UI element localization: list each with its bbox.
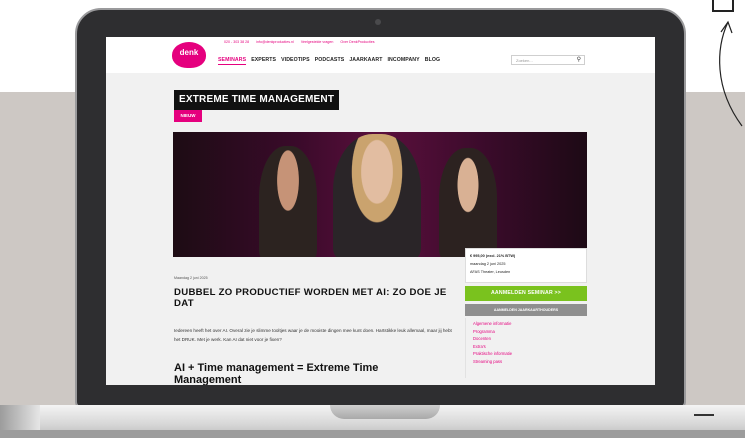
site-logo[interactable]: denk [172,42,206,68]
contact-links: 020 - 303 38 28 info@denkproducties.nl V… [224,40,381,44]
link-general-info[interactable]: Algemene informatie [473,320,512,328]
info-links: Algemene informatie Programma Docenten E… [473,320,512,365]
curved-arrow-icon [719,20,743,127]
nav-podcasts[interactable]: PODCASTS [315,57,345,65]
main-nav: SEMINARS EXPERTS VIDEOTIPS PODCASTS JAAR… [218,57,440,65]
new-badge: NIEUW [174,110,202,122]
laptop-indicator [694,414,714,416]
webcam [375,19,381,25]
link-practical-info[interactable]: Praktische informatie [473,350,512,358]
event-date: Maandag 2 juni 2025 [174,276,208,280]
event-headline: DUBBEL ZO PRODUCTIEF WORDEN MET AI: ZO D… [174,287,447,309]
link-program[interactable]: Programma [473,328,512,336]
site-header: denk 020 - 303 38 28 info@denkproducties… [106,37,655,73]
search-placeholder: Zoeken... [516,57,533,63]
laptop-screen: denk 020 - 303 38 28 info@denkproducties… [106,37,655,385]
booking-date: maandag 2 juni 2025 [470,262,506,266]
contact-faq[interactable]: Veelgestelde vragen [301,40,334,44]
laptop-notch [330,405,440,419]
link-streaming-pass[interactable]: Streaming pass [473,358,512,366]
decorative-square [712,0,734,12]
nav-jaarkaart[interactable]: JAARKAART [349,57,382,65]
page-title: EXTREME TIME MANAGEMENT [174,90,340,110]
laptop-base-shadow [0,430,745,438]
sidebar-divider [465,318,466,378]
register-seminar-button[interactable]: AANMELDEN SEMINAR >> [465,286,587,301]
contact-about[interactable]: Over DenkProducties [340,40,374,44]
nav-seminars[interactable]: SEMINARS [218,57,247,65]
register-cardholders-button[interactable]: AANMELDEN JAARKAARTHOUDERS [465,304,587,316]
price: € 995,00 (excl. 21% BTW) [470,254,516,258]
link-extras[interactable]: Extra's [473,343,512,351]
nav-blog[interactable]: BLOG [425,57,440,65]
speaker-photo-left [259,146,317,257]
contact-email[interactable]: info@denkproducties.nl [256,40,294,44]
nav-videotips[interactable]: VIDEOTIPS [281,57,310,65]
nav-experts[interactable]: EXPERTS [251,57,276,65]
contact-phone[interactable]: 020 - 303 38 28 [224,40,249,44]
speaker-photo-right [439,148,497,257]
nav-incompany[interactable]: INCOMPANY [388,57,420,65]
booking-info-card: € 995,00 (excl. 21% BTW) maandag 2 juni … [465,248,587,283]
booking-location: AFAS Theater, Leusden [470,270,511,274]
hero-image [173,132,587,257]
search-input[interactable]: Zoeken... ⚲ [511,55,585,65]
search-icon[interactable]: ⚲ [577,56,581,64]
logo-text: denk [179,48,199,57]
section-heading: AI + Time management = Extreme Time Mana… [174,362,379,385]
speaker-photo-center [333,134,421,257]
event-intro: Iedereen heeft het over AI. Overal zie j… [174,328,452,342]
link-teachers[interactable]: Docenten [473,335,512,343]
